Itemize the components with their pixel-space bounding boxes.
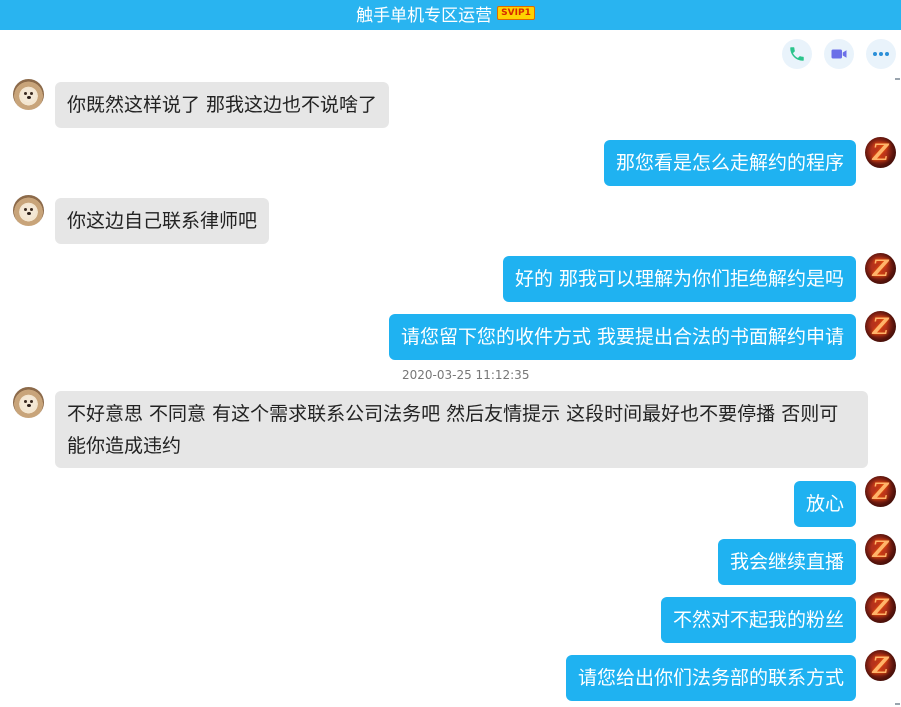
outgoing-message: 放心 xyxy=(793,481,856,527)
outgoing-message: 请您给出你们法务部的联系方式 xyxy=(565,655,856,701)
outgoing-message: 那您看是怎么走解约的程序 xyxy=(603,140,856,186)
scrollbar-marker xyxy=(895,78,900,80)
user-avatar[interactable]: Z xyxy=(865,311,896,342)
user-avatar[interactable]: Z xyxy=(865,534,896,565)
more-button[interactable] xyxy=(866,39,896,69)
incoming-message: 你既然这样说了 那我这边也不说啥了 xyxy=(55,82,390,128)
contact-avatar[interactable] xyxy=(13,195,44,226)
video-call-button[interactable] xyxy=(824,39,854,69)
outgoing-message: 不然对不起我的粉丝 xyxy=(660,597,856,643)
incoming-message: 不好意思 不同意 有这个需求联系公司法务吧 然后友情提示 这段时间最好也不要停播… xyxy=(55,391,868,468)
outgoing-message: 我会继续直播 xyxy=(717,539,856,585)
user-avatar[interactable]: Z xyxy=(865,476,896,507)
vip-badge: SVIP1 xyxy=(497,6,535,20)
outgoing-message: 好的 那我可以理解为你们拒绝解约是吗 xyxy=(502,256,856,302)
user-avatar[interactable]: Z xyxy=(865,592,896,623)
contact-avatar[interactable] xyxy=(13,79,44,110)
chat-titlebar: 触手单机专区运营 SVIP1 xyxy=(0,0,901,30)
phone-icon xyxy=(790,47,804,61)
video-camera-icon xyxy=(831,49,847,59)
user-avatar[interactable]: Z xyxy=(865,253,896,284)
user-avatar[interactable]: Z xyxy=(865,650,896,681)
contact-avatar[interactable] xyxy=(13,387,44,418)
more-dots-icon xyxy=(873,52,889,56)
contact-name: 触手单机专区运营 xyxy=(356,5,493,26)
incoming-message: 你这边自己联系律师吧 xyxy=(55,198,270,244)
voice-call-button[interactable] xyxy=(782,39,812,69)
scrollbar-marker xyxy=(895,703,900,705)
user-avatar[interactable]: Z xyxy=(865,137,896,168)
message-timestamp: 2020-03-25 11:12:35 xyxy=(402,368,530,382)
outgoing-message: 请您留下您的收件方式 我要提出合法的书面解约申请 xyxy=(388,314,856,360)
